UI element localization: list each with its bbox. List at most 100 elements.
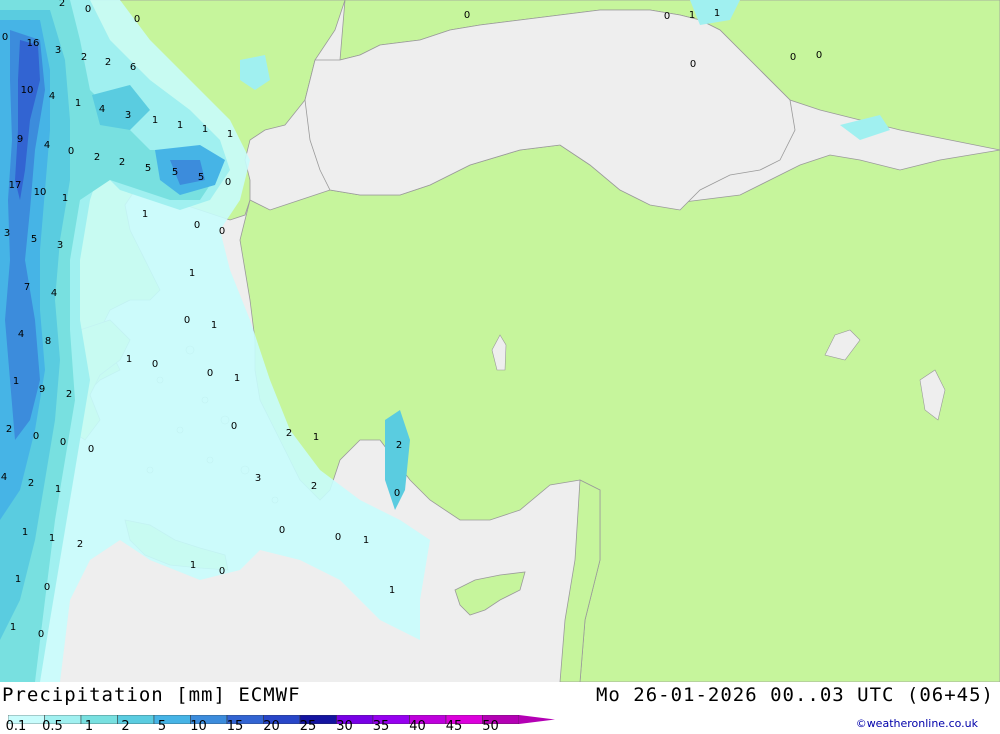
map-title: Precipitation [mm] ECMWF: [2, 684, 301, 706]
precip-value-label: 1: [10, 622, 16, 633]
precip-value-label: 1: [211, 320, 217, 331]
precip-value-label: 10: [21, 85, 34, 96]
precip-value-label: 1: [22, 527, 28, 538]
precip-value-label: 5: [31, 234, 37, 245]
precip-value-label: 2: [286, 428, 292, 439]
precip-value-label: 2: [66, 389, 72, 400]
precip-value-label: 0: [690, 59, 696, 70]
precip-value-label: 5: [198, 172, 204, 183]
precip-value-label: 2: [311, 481, 317, 492]
legend-label: 5: [157, 719, 167, 734]
precip-value-label: 2: [77, 539, 83, 550]
legend-label: 0.5: [42, 719, 63, 734]
legend-label: 40: [409, 719, 426, 734]
forecast-datetime: Mo 26-01-2026 00..03 UTC (06+45): [595, 684, 994, 706]
precip-value-label: 2: [105, 57, 111, 68]
precip-value-label: 4: [18, 329, 24, 340]
precip-value-label: 0: [664, 11, 670, 22]
precip-value-label: 0: [207, 368, 213, 379]
precip-value-label: 0: [33, 431, 39, 442]
precip-value-label: 1: [62, 193, 68, 204]
precip-value-label: 1: [126, 354, 132, 365]
precip-value-label: 2: [28, 478, 34, 489]
precip-value-label: 0: [134, 14, 140, 25]
precip-value-label: 16: [27, 38, 40, 49]
precip-value-label: 1: [234, 373, 240, 384]
precip-value-label: 2: [396, 440, 402, 451]
precip-value-label: 1: [177, 120, 183, 131]
precip-value-label: 1: [363, 535, 369, 546]
precip-value-label: 4: [49, 91, 55, 102]
precip-value-label: 17: [9, 180, 22, 191]
precip-value-label: 1: [189, 268, 195, 279]
precip-value-label: 5: [145, 163, 151, 174]
legend-label: 30: [336, 719, 353, 734]
legend-label: 15: [226, 719, 244, 734]
precip-value-label: 0: [394, 488, 400, 499]
precip-value-label: 4: [1, 472, 7, 483]
precip-value-label: 10: [34, 187, 47, 198]
precip-value-label: 0: [231, 421, 237, 432]
precip-value-label: 0: [44, 582, 50, 593]
precip-value-label: 5: [172, 167, 178, 178]
precip-value-label: 0: [816, 50, 822, 61]
precip-value-label: 3: [57, 240, 63, 251]
precip-value-label: 8: [45, 336, 51, 347]
precip-value-label: 1: [389, 585, 395, 596]
precip-value-label: 2: [81, 52, 87, 63]
precip-value-label: 3: [4, 228, 10, 239]
precip-value-label: 0: [152, 359, 158, 370]
legend-label: 10: [190, 719, 207, 734]
legend-colorbar: [7, 709, 559, 725]
legend-label: 35: [372, 719, 390, 734]
precip-value-label: 1: [202, 124, 208, 135]
footer: Precipitation [mm] ECMWF Mo 26-01-2026 0…: [0, 682, 1000, 734]
precip-value-label: 0: [85, 4, 91, 15]
legend-label: 45: [445, 719, 463, 734]
precip-value-label: 1: [142, 209, 148, 220]
precip-value-label: 0: [279, 525, 285, 536]
precip-value-label: 1: [15, 574, 21, 585]
precip-value-label: 0: [464, 10, 470, 21]
precip-value-label: 1: [152, 115, 158, 126]
legend-label: 50: [482, 719, 499, 734]
precip-value-label: 2: [119, 157, 125, 168]
precip-value-label: 0: [225, 177, 231, 188]
precip-value-label: 0: [60, 437, 66, 448]
precip-value-label: 2: [59, 0, 65, 9]
legend-label: 20: [263, 719, 280, 734]
legend-label: 0.1: [5, 719, 27, 734]
precip-value-label: 1: [689, 10, 695, 21]
precip-value-label: 1: [75, 98, 81, 109]
precip-value-label: 0: [68, 146, 74, 157]
precip-value-label: 1: [49, 533, 55, 544]
legend-label: 1: [84, 719, 94, 734]
legend-label: 2: [121, 719, 130, 734]
precip-value-label: 1: [55, 484, 61, 495]
legend-arrow: [519, 715, 555, 724]
precip-value-label: 1: [13, 376, 19, 387]
precip-value-label: 0: [38, 629, 44, 640]
credit-link[interactable]: ©weatheronline.co.uk: [856, 717, 978, 730]
precip-value-label: 4: [51, 288, 57, 299]
precip-value-label: 0: [2, 32, 8, 43]
precip-value-label: 4: [44, 140, 50, 151]
precip-value-label: 0: [194, 220, 200, 231]
precip-value-label: 0: [219, 566, 225, 577]
precip-value-label: 9: [39, 384, 45, 395]
legend-label: 25: [299, 719, 317, 734]
precip-value-label: 3: [125, 110, 131, 121]
precip-value-label: 2: [94, 152, 100, 163]
precip-value-label: 3: [255, 473, 261, 484]
precip-value-label: 1: [714, 8, 720, 19]
precipitation-map: 2 0 0 0 16 3 2 2 6 10 4 1 4 3 1 1 1 1 9 4 0 2 2 5 5 5 0 17 10 1 1 0 0 3 5 3…: [0, 0, 1000, 683]
precip-value-label: 6: [130, 62, 136, 73]
precip-value-label: 4: [99, 104, 105, 115]
precip-value-label: 9: [17, 134, 23, 145]
map-canvas: 20001632 2 6104143 1 1 1 19402 25 5 5 017101100353…: [0, 0, 1000, 683]
precip-value-label: 1: [227, 129, 233, 140]
precip-value-label: 1: [313, 432, 319, 443]
precip-value-label: 0: [88, 444, 94, 455]
precip-value-label: 0: [790, 52, 796, 63]
precip-value-label: 0: [335, 532, 341, 543]
